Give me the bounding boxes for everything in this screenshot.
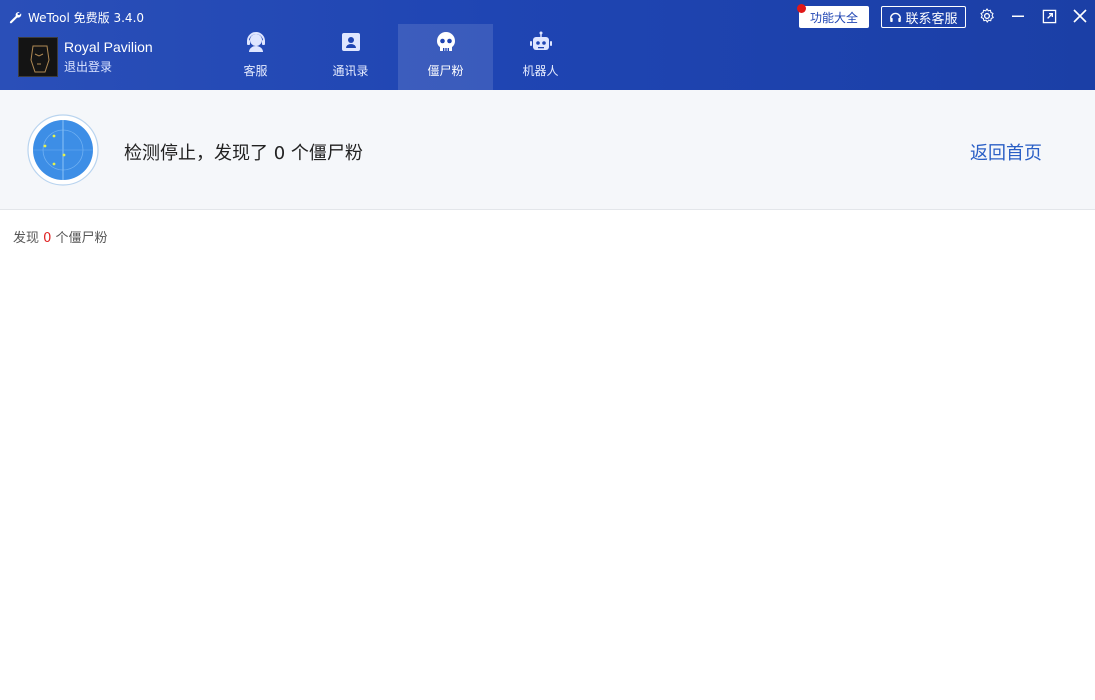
app-title: WeTool 免费版 3.4.0 <box>8 8 144 26</box>
contact-label: 联系客服 <box>905 11 958 27</box>
main-nav: 客服 通讯录 僵尸粉 机器人 <box>208 24 588 90</box>
maximize-button[interactable] <box>1038 5 1060 27</box>
tab-label: 僵尸粉 <box>427 64 464 78</box>
features-button[interactable]: 功能大全 <box>797 4 869 28</box>
back-home-link[interactable]: 返回首页 <box>970 139 1042 165</box>
tab-contacts[interactable]: 通讯录 <box>303 24 398 90</box>
tab-customer-service[interactable]: 客服 <box>208 24 303 90</box>
tab-label: 通讯录 <box>332 64 369 78</box>
tab-label: 客服 <box>243 64 268 78</box>
result-summary: 发现 0 个僵尸粉 <box>13 227 108 246</box>
result-prefix: 发现 <box>13 231 44 246</box>
close-icon <box>1073 9 1087 23</box>
headset-icon <box>890 12 902 22</box>
status-message: 检测停止，发现了 0 个僵尸粉 <box>124 143 363 164</box>
skull-icon <box>436 32 455 51</box>
user-name: Royal Pavilion <box>64 39 153 56</box>
wrench-icon <box>9 11 22 24</box>
app-title-text: WeTool 免费版 3.4.0 <box>28 10 145 25</box>
settings-button[interactable] <box>976 5 998 27</box>
result-suffix: 个僵尸粉 <box>51 231 108 246</box>
avatar[interactable] <box>18 37 58 77</box>
radar-icon <box>27 114 99 186</box>
minimize-icon <box>1012 15 1024 17</box>
tab-label: 机器人 <box>522 64 559 78</box>
close-button[interactable] <box>1069 5 1091 27</box>
minimize-button[interactable] <box>1007 5 1029 27</box>
tab-zombie-fans[interactable]: 僵尸粉 <box>398 24 493 90</box>
contact-support-button[interactable]: 联系客服 <box>881 6 966 28</box>
title-bar: WeTool 免费版 3.4.0 Royal Pavilion 退出登录 客服 <box>0 0 1095 90</box>
maximize-icon <box>1042 9 1056 23</box>
gear-icon <box>980 8 994 23</box>
logout-link[interactable]: 退出登录 <box>64 60 153 74</box>
contacts-icon <box>341 33 360 51</box>
features-label: 功能大全 <box>809 10 858 25</box>
customer-service-icon <box>246 32 265 52</box>
notification-dot <box>797 4 806 13</box>
detection-status-panel: 检测停止，发现了 0 个僵尸粉 返回首页 <box>0 90 1095 210</box>
user-profile: Royal Pavilion 退出登录 <box>18 37 153 77</box>
tab-robot[interactable]: 机器人 <box>493 24 588 90</box>
robot-icon <box>529 31 552 50</box>
